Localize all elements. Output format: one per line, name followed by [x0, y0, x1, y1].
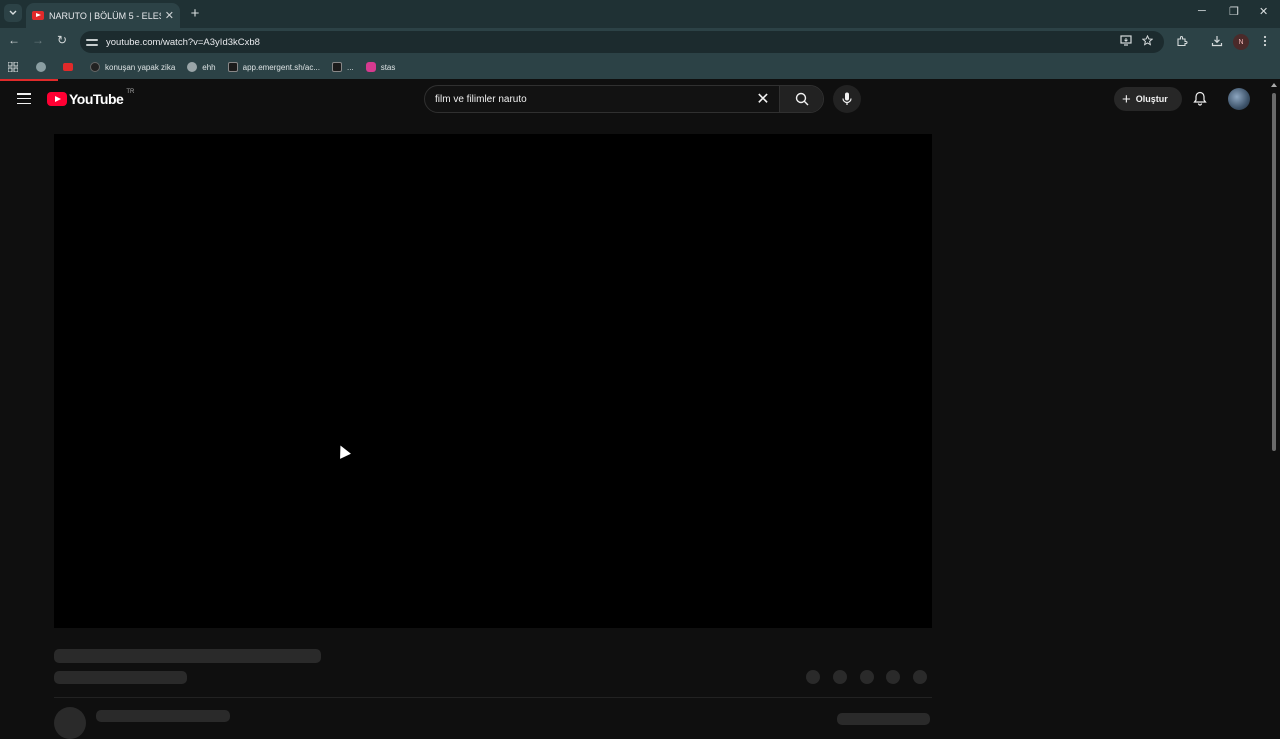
bookmarks-bar: konuşan yapak zika ehh app.emergent.sh/a…	[0, 55, 1280, 79]
clear-search-icon[interactable]: ✕	[753, 89, 773, 109]
action-skeleton	[833, 670, 847, 684]
video-player[interactable]	[54, 134, 932, 628]
scroll-up-arrow-icon[interactable]	[1271, 83, 1277, 87]
address-bar[interactable]: youtube.com/watch?v=A3yId3kCxb8	[80, 31, 1164, 53]
browser-profile-avatar[interactable]: N	[1233, 34, 1249, 50]
meta-skeleton	[54, 671, 187, 684]
channel-name-skeleton	[96, 710, 230, 722]
chevron-down-icon	[9, 10, 17, 15]
title-skeleton	[54, 649, 321, 663]
scrollbar-thumb[interactable]	[1272, 93, 1276, 451]
youtube-favicon-icon	[32, 11, 44, 20]
action-skeleton	[886, 670, 900, 684]
youtube-page: YouTube TR ✕ + Oluştur	[0, 79, 1280, 739]
forward-icon[interactable]: →	[30, 33, 46, 47]
bookmark-globe[interactable]	[36, 62, 51, 72]
action-skeleton	[806, 670, 820, 684]
install-app-icon[interactable]	[1120, 35, 1132, 46]
plus-icon: +	[1122, 90, 1131, 108]
youtube-logo[interactable]: YouTube TR	[47, 89, 135, 107]
menu-kebab-icon[interactable]	[1262, 35, 1268, 47]
bookmark-youtube[interactable]	[63, 63, 78, 71]
tab-close-icon[interactable]: ✕	[165, 9, 174, 22]
url-text[interactable]: youtube.com/watch?v=A3yId3kCxb8	[106, 37, 260, 48]
action-skeleton	[913, 670, 927, 684]
site-favicon-icon	[90, 62, 100, 72]
browser-toolbar: ← → ↻ youtube.com/watch?v=A3yId3kCxb8	[0, 28, 1280, 55]
create-button[interactable]: + Oluştur	[1114, 87, 1182, 111]
globe-icon	[36, 62, 46, 72]
active-tab[interactable]: NARUTO | BÖLÜM 5 - ELEŞTİRE ✕	[26, 3, 180, 28]
youtube-play-icon	[47, 92, 67, 106]
window-close-icon[interactable]: ✕	[1259, 5, 1268, 18]
minimize-icon[interactable]: ─	[1198, 5, 1206, 17]
emergent-icon	[227, 62, 238, 72]
restore-icon[interactable]: ❐	[1229, 5, 1239, 18]
back-icon[interactable]: ←	[6, 33, 22, 47]
divider	[54, 697, 932, 698]
instagram-icon	[365, 62, 376, 72]
browser-tab-strip: NARUTO | BÖLÜM 5 - ELEŞTİRE ✕ + ─ ❐ ✕	[0, 0, 1280, 28]
emergent-icon	[332, 62, 343, 72]
apps-grid-icon[interactable]	[8, 62, 18, 72]
tab-title: NARUTO | BÖLÜM 5 - ELEŞTİRE	[49, 10, 161, 21]
new-tab-button[interactable]: +	[188, 5, 202, 22]
logo-text: YouTube	[69, 91, 124, 107]
subscribe-skeleton	[837, 713, 930, 725]
extensions-icon[interactable]	[1176, 35, 1188, 47]
openai-icon	[187, 62, 198, 72]
downloads-icon[interactable]	[1211, 35, 1223, 47]
site-info-icon[interactable]	[86, 37, 98, 47]
search-bar: ✕	[424, 85, 824, 113]
youtube-header: YouTube TR ✕ + Oluştur	[0, 79, 1268, 119]
bookmark-emergent-2[interactable]: ...	[332, 62, 354, 72]
microphone-icon	[842, 92, 852, 105]
bookmark-konusan-yapak-zika[interactable]: konuşan yapak zika	[90, 62, 175, 72]
voice-search-button[interactable]	[833, 85, 861, 113]
bookmark-star-icon[interactable]	[1142, 35, 1153, 46]
search-button[interactable]	[779, 86, 823, 112]
channel-avatar-skeleton	[54, 707, 86, 739]
bookmark-app-emergent[interactable]: app.emergent.sh/ac...	[227, 62, 320, 72]
hamburger-menu-icon[interactable]	[17, 93, 31, 105]
account-avatar[interactable]	[1228, 88, 1250, 110]
search-icon	[795, 92, 808, 106]
create-label: Oluştur	[1135, 94, 1168, 104]
bookmark-stas[interactable]: stas	[365, 62, 395, 72]
tab-search-button[interactable]	[4, 4, 22, 22]
bookmark-ehh[interactable]: ehh	[187, 62, 216, 72]
reload-icon[interactable]: ↻	[54, 33, 70, 47]
search-input[interactable]	[425, 93, 753, 105]
page-scrollbar[interactable]	[1268, 79, 1280, 720]
youtube-icon	[63, 63, 73, 71]
region-code: TR	[126, 89, 135, 95]
notifications-bell-icon[interactable]	[1193, 91, 1207, 106]
action-skeleton	[860, 670, 874, 684]
